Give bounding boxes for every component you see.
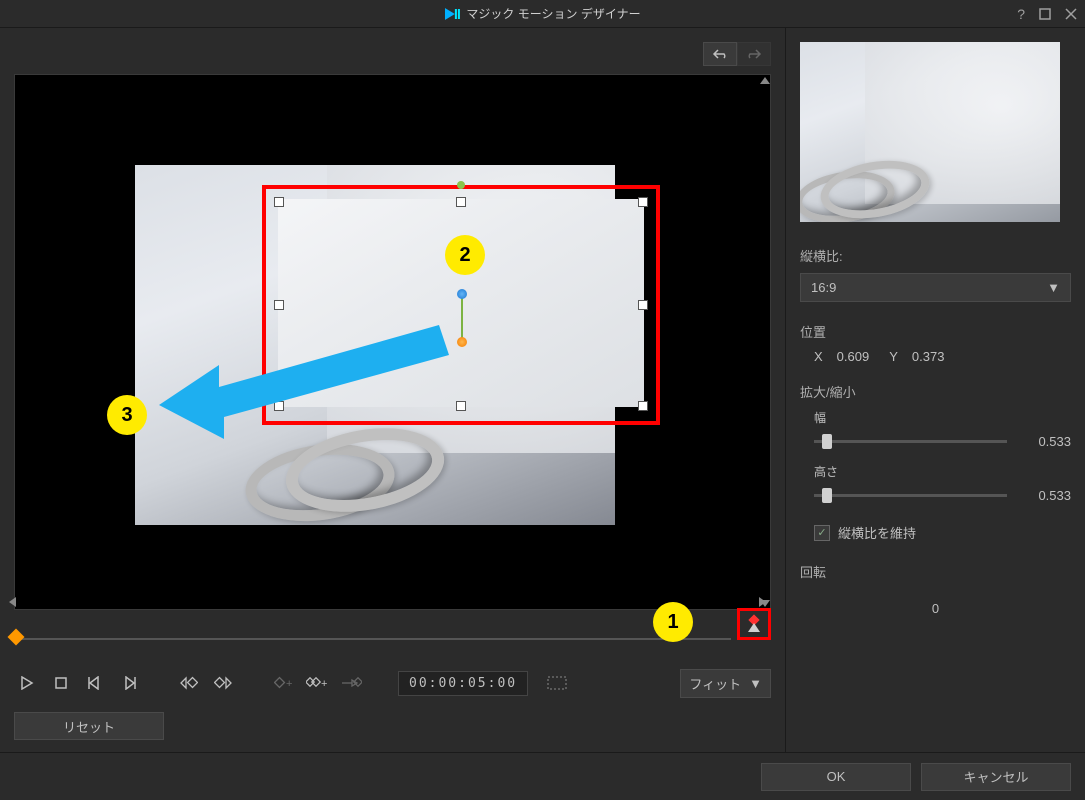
tv-safe-icon[interactable] bbox=[544, 670, 570, 696]
add-keyframe-button[interactable] bbox=[737, 608, 771, 640]
move-keyframe-icon[interactable] bbox=[338, 670, 364, 696]
y-value[interactable]: 0.373 bbox=[912, 349, 945, 364]
annotation-2: 2 bbox=[445, 235, 485, 275]
app-icon bbox=[444, 6, 460, 22]
position-label: 位置 bbox=[800, 322, 1071, 341]
scale-label: 拡大/縮小 bbox=[800, 382, 1071, 401]
chevron-down-icon: ▼ bbox=[1047, 280, 1060, 295]
duplicate-keyframe-icon[interactable]: + bbox=[304, 670, 330, 696]
x-value[interactable]: 0.609 bbox=[837, 349, 870, 364]
keep-aspect-label: 縦横比を維持 bbox=[838, 523, 916, 542]
close-icon[interactable] bbox=[1065, 8, 1077, 20]
keep-aspect-checkbox[interactable]: ✓ bbox=[814, 525, 830, 541]
preview-area[interactable]: 2 3 bbox=[14, 74, 771, 610]
undo-button[interactable] bbox=[703, 42, 737, 66]
prev-frame-button[interactable] bbox=[82, 670, 108, 696]
zoom-fit-dropdown[interactable]: フィット ▼ bbox=[680, 669, 771, 698]
width-slider[interactable] bbox=[814, 440, 1007, 443]
rotation-value[interactable]: 0 bbox=[800, 601, 1071, 616]
annotation-arrow bbox=[159, 305, 459, 445]
reset-button[interactable]: リセット bbox=[14, 712, 164, 740]
redo-button[interactable] bbox=[737, 42, 771, 66]
svg-text:+: + bbox=[321, 678, 327, 690]
resize-handle-mr[interactable] bbox=[638, 300, 648, 310]
playback-controls: + + 00:00:05:00 フィット ▼ bbox=[14, 666, 771, 700]
thumbnail-preview bbox=[800, 42, 1060, 222]
maximize-icon[interactable] bbox=[1039, 8, 1051, 20]
scrollbar-vertical[interactable] bbox=[760, 87, 770, 597]
window-title: マジック モーション デザイナー bbox=[466, 5, 640, 22]
motion-path bbox=[461, 295, 463, 341]
next-keyframe-button[interactable] bbox=[210, 670, 236, 696]
window: マジック モーション デザイナー ? bbox=[0, 0, 1085, 800]
aspect-ratio-label: 縦横比: bbox=[800, 246, 1071, 265]
zoom-fit-label: フィット bbox=[689, 674, 741, 693]
resize-handle-tc[interactable] bbox=[456, 197, 466, 207]
aspect-ratio-dropdown[interactable]: 16:9 ▼ bbox=[800, 273, 1071, 302]
stop-button[interactable] bbox=[48, 670, 74, 696]
prev-keyframe-button[interactable] bbox=[176, 670, 202, 696]
height-slider[interactable] bbox=[814, 494, 1007, 497]
annotation-1: 1 bbox=[653, 602, 693, 642]
help-icon[interactable]: ? bbox=[1017, 6, 1025, 22]
next-frame-button[interactable] bbox=[116, 670, 142, 696]
resize-handle-tl[interactable] bbox=[274, 197, 284, 207]
height-label: 高さ bbox=[814, 463, 1071, 480]
left-panel: 2 3 1 bbox=[0, 28, 785, 752]
motion-start-point[interactable] bbox=[457, 289, 467, 299]
width-label: 幅 bbox=[814, 409, 1071, 426]
width-value[interactable]: 0.533 bbox=[1021, 434, 1071, 449]
x-label: X bbox=[814, 349, 823, 364]
rotation-handle[interactable] bbox=[457, 181, 465, 189]
svg-text:+: + bbox=[286, 678, 292, 690]
add-keyframe-icon[interactable]: + bbox=[270, 670, 296, 696]
chevron-down-icon: ▼ bbox=[749, 676, 762, 691]
play-button[interactable] bbox=[14, 670, 40, 696]
y-label: Y bbox=[889, 349, 898, 364]
ok-button[interactable]: OK bbox=[761, 763, 911, 791]
annotation-3: 3 bbox=[107, 395, 147, 435]
titlebar: マジック モーション デザイナー ? bbox=[0, 0, 1085, 28]
cancel-button[interactable]: キャンセル bbox=[921, 763, 1071, 791]
resize-handle-br[interactable] bbox=[638, 401, 648, 411]
scrollbar-horizontal[interactable] bbox=[19, 597, 756, 607]
properties-panel: 縦横比: 16:9 ▼ 位置 X 0.609 Y 0.373 拡大/縮小 幅 0.5… bbox=[785, 28, 1085, 752]
rotation-label: 回転 bbox=[800, 562, 1071, 581]
height-value[interactable]: 0.533 bbox=[1021, 488, 1071, 503]
keyframe-marker[interactable] bbox=[8, 629, 25, 646]
timecode-display[interactable]: 00:00:05:00 bbox=[398, 671, 528, 696]
footer: OK キャンセル bbox=[0, 752, 1085, 800]
resize-handle-tr[interactable] bbox=[638, 197, 648, 207]
